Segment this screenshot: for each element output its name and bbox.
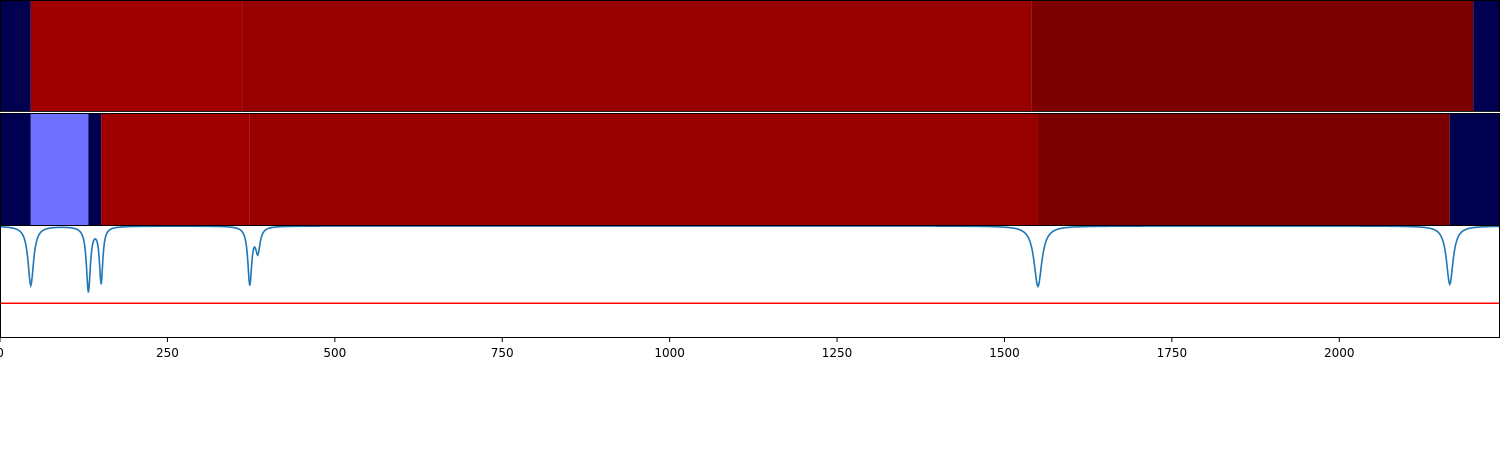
top-track-segment-1: [30, 0, 243, 112]
chart-figure: 0 250 500 750 1000 1250 1500 1750 2000: [0, 0, 1500, 360]
middle-track-segment-6: [1449, 113, 1500, 225]
middle-track-segment-4: [249, 113, 1038, 225]
x-tick-label-4: 1000: [654, 346, 685, 360]
middle-track-segment-0: [0, 113, 31, 225]
heatmap-track-top: [0, 0, 1500, 112]
signal-panel: [0, 225, 1500, 338]
middle-track-segment-5: [1037, 113, 1450, 225]
x-tick-label-5: 1250: [822, 346, 853, 360]
top-track-segment-2: [242, 0, 1032, 112]
top-track-segment-0: [0, 0, 31, 112]
heatmap-track-middle: [0, 113, 1500, 225]
x-tick-label-6: 1500: [989, 346, 1020, 360]
x-axis: 0 250 500 750 1000 1250 1500 1750 2000: [0, 338, 1355, 360]
x-tick-label-3: 750: [491, 346, 514, 360]
signal-panel-background: [0, 225, 1500, 338]
x-tick-label-0: 0: [0, 346, 4, 360]
top-track-segment-3: [1031, 0, 1474, 112]
middle-track-segment-1: [30, 113, 89, 225]
x-tick-label-2: 500: [323, 346, 346, 360]
x-tick-label-1: 250: [156, 346, 179, 360]
x-tick-label-7: 1750: [1157, 346, 1188, 360]
top-track-segment-4: [1473, 0, 1500, 112]
x-tick-label-8: 2000: [1324, 346, 1355, 360]
middle-track-segment-2: [88, 113, 102, 225]
middle-track-segment-3: [101, 113, 250, 225]
